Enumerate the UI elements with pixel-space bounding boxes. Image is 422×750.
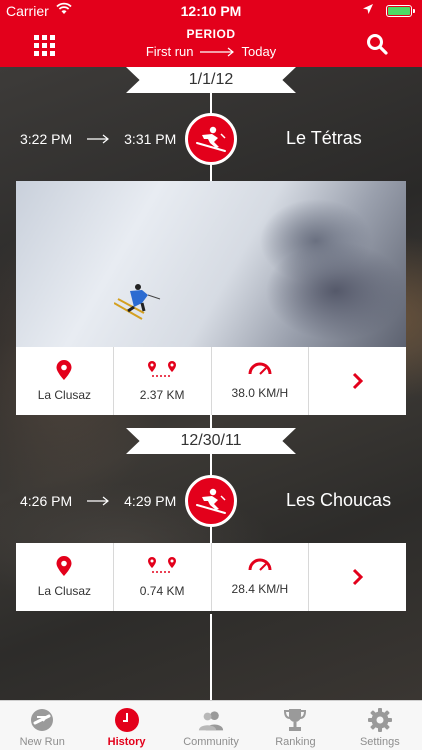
rossignol-logo-icon xyxy=(29,707,55,733)
tab-label: Settings xyxy=(359,736,400,748)
period-start: First run xyxy=(145,44,194,59)
location-pin-icon xyxy=(56,360,72,380)
tab-history[interactable]: History xyxy=(84,701,168,750)
location-arrow-icon xyxy=(363,4,373,14)
date-banner: 12/30/11 xyxy=(126,428,296,454)
tab-label: New Run xyxy=(19,736,65,748)
run-times: 3:22 PM 3:31 PM xyxy=(20,131,176,147)
skier-photo-figure xyxy=(114,284,161,320)
trophy-icon xyxy=(282,707,308,733)
location-stat: La Clusaz xyxy=(16,543,114,611)
tab-label: Ranking xyxy=(275,736,316,748)
speedometer-icon xyxy=(248,362,272,375)
clock-icon xyxy=(114,707,140,733)
arrow-right-icon xyxy=(87,496,110,506)
run-photo[interactable] xyxy=(16,181,406,347)
tab-label: History xyxy=(107,736,146,748)
skier-icon xyxy=(185,475,237,527)
gear-icon xyxy=(367,707,393,733)
run-detail-button[interactable] xyxy=(309,347,406,415)
clock-time: 12:10 PM xyxy=(180,3,242,19)
tab-label: Community xyxy=(183,736,239,748)
speed-stat: 38.0 KM/H xyxy=(212,347,310,415)
tab-community[interactable]: Community xyxy=(169,701,253,750)
run-date: 12/30/11 xyxy=(180,432,242,449)
tab-new-run[interactable]: New Run xyxy=(0,701,84,750)
battery-icon xyxy=(386,5,415,17)
timeline-line xyxy=(210,614,212,700)
distance-value: 2.37 KM xyxy=(139,388,185,402)
distance-stat: 2.37 KM xyxy=(114,347,212,415)
run-name: Les Choucas xyxy=(286,490,392,510)
distance-value: 0.74 KM xyxy=(139,584,185,598)
run-stats-card[interactable]: La Clusaz 2.37 KM 38.0 KM/H xyxy=(16,347,406,415)
period-end: Today xyxy=(241,44,277,59)
run-detail-button[interactable] xyxy=(309,543,406,611)
run-end-time: 4:29 PM xyxy=(124,493,177,509)
community-icon xyxy=(198,707,224,733)
period-title[interactable]: PERIOD xyxy=(0,27,422,41)
speedometer-icon xyxy=(248,558,272,571)
arrow-right-icon xyxy=(87,134,110,144)
location-stat: La Clusaz xyxy=(16,347,114,415)
speed-value: 38.0 KM/H xyxy=(231,386,289,400)
run-date: 1/1/12 xyxy=(188,71,234,88)
chevron-right-icon xyxy=(352,568,363,586)
speed-value: 28.4 KM/H xyxy=(231,582,289,596)
nav-bar: PERIOD First run Today xyxy=(0,22,422,67)
arrow-right-icon xyxy=(200,47,235,56)
distance-stat: 0.74 KM xyxy=(114,543,212,611)
run-stats-card[interactable]: La Clusaz 0.74 KM 28.4 KM/H xyxy=(16,543,406,611)
distance-icon xyxy=(148,361,177,377)
skier-icon xyxy=(185,113,237,165)
run-start-time: 3:22 PM xyxy=(20,131,73,147)
distance-icon xyxy=(148,557,177,573)
run-name: Le Tétras xyxy=(286,128,362,148)
speed-stat: 28.4 KM/H xyxy=(212,543,310,611)
location-pin-icon xyxy=(56,556,72,576)
run-end-time: 3:31 PM xyxy=(124,131,177,147)
location-value: La Clusaz xyxy=(37,388,92,402)
tab-ranking[interactable]: Ranking xyxy=(253,701,337,750)
search-icon[interactable] xyxy=(366,33,388,55)
tab-bar: New Run History Community Ranking Settin… xyxy=(0,700,422,750)
status-bar: Carrier 12:10 PM xyxy=(0,0,422,22)
location-value: La Clusaz xyxy=(37,584,92,598)
chevron-right-icon xyxy=(352,372,363,390)
run-start-time: 4:26 PM xyxy=(20,493,73,509)
tab-settings[interactable]: Settings xyxy=(338,701,422,750)
run-times: 4:26 PM 4:29 PM xyxy=(20,493,176,509)
date-banner: 1/1/12 xyxy=(126,67,296,93)
period-range[interactable]: First run Today xyxy=(0,44,422,59)
